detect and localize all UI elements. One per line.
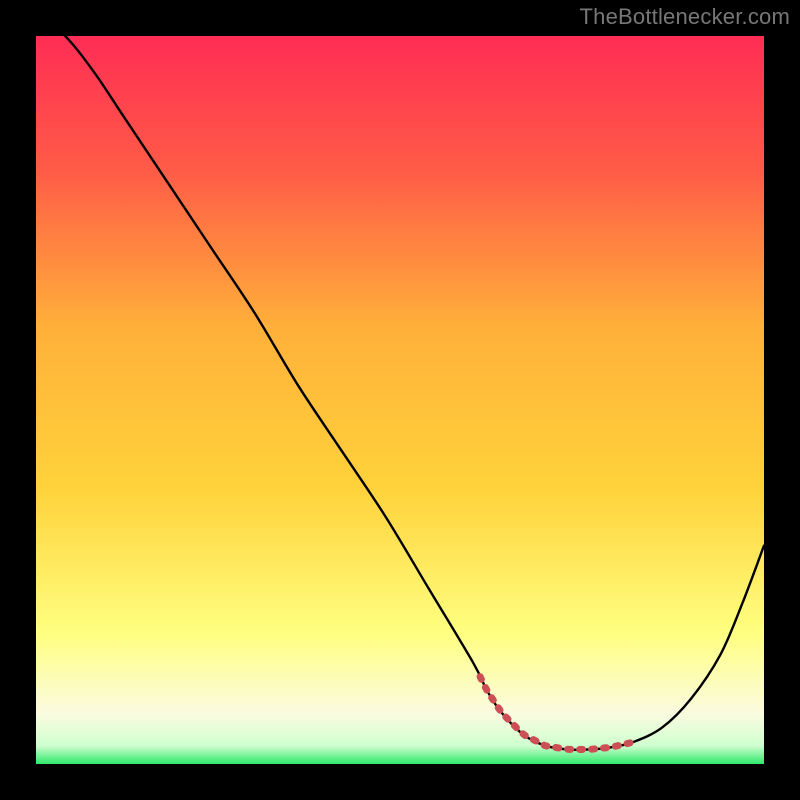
- plot-area: [36, 36, 764, 764]
- chart-container: TheBottlenecker.com: [0, 0, 800, 800]
- chart-svg: [36, 36, 764, 764]
- watermark-label: TheBottlenecker.com: [580, 4, 790, 30]
- gradient-background: [36, 36, 764, 764]
